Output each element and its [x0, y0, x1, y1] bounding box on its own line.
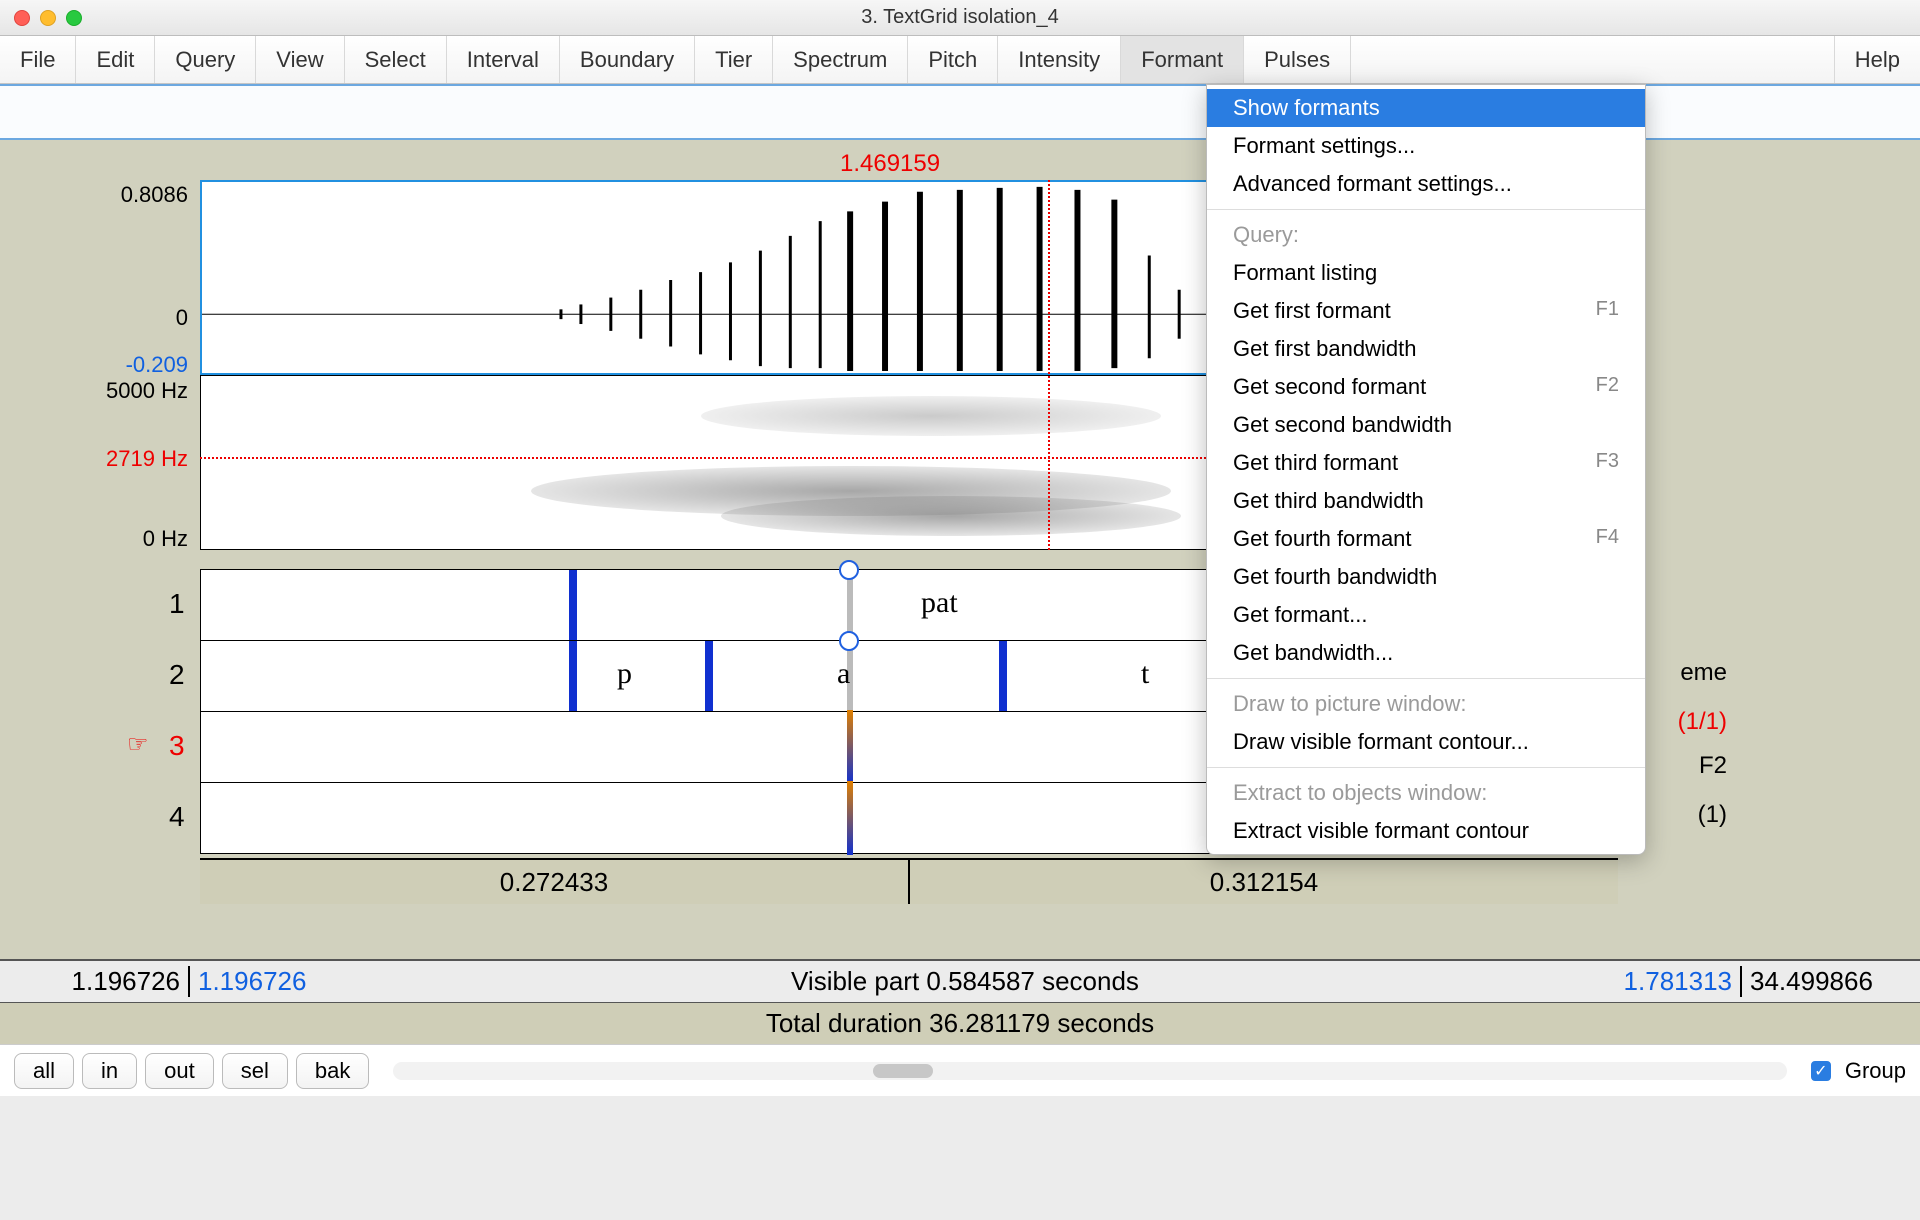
selection-left-dur[interactable]: 0.272433: [200, 860, 910, 904]
spec-min-label: 0 Hz: [0, 526, 188, 552]
menuitem-get-formant[interactable]: Get formant...: [1207, 596, 1645, 634]
menuitem-extract-visible-formant-contour[interactable]: Extract visible formant contour: [1207, 812, 1645, 850]
window-start-in[interactable]: 1.196726: [190, 966, 306, 997]
time-cursor[interactable]: [1048, 180, 1050, 550]
tier-number: 1: [169, 588, 185, 620]
cursor-time-label: 1.469159: [840, 150, 940, 178]
horizontal-scrollbar[interactable]: [393, 1062, 1787, 1080]
boundary[interactable]: [569, 641, 577, 711]
visible-part-label[interactable]: Visible part 0.584587 seconds: [306, 966, 1623, 997]
cursor-mark[interactable]: [847, 781, 853, 855]
menuitem-formant-listing[interactable]: Formant listing: [1207, 254, 1645, 292]
menuitem-get-third-formant[interactable]: Get third formantF3: [1207, 444, 1645, 482]
tier-number: 4: [169, 801, 185, 833]
menu-spectrum[interactable]: Spectrum: [773, 36, 908, 83]
boundary[interactable]: [999, 641, 1007, 711]
total-duration-label[interactable]: Total duration 36.281179 seconds: [766, 1008, 1154, 1039]
window-title: 3. TextGrid isolation_4: [0, 6, 1920, 29]
pointing-hand-icon: ☞: [127, 730, 149, 759]
interval-text: a: [837, 657, 850, 691]
footer: all in out sel bak ✓ Group: [0, 1044, 1920, 1096]
spec-max-label: 5000 Hz: [0, 378, 188, 404]
menuitem-get-first-bandwidth[interactable]: Get first bandwidth: [1207, 330, 1645, 368]
menuitem-get-fourth-bandwidth[interactable]: Get fourth bandwidth: [1207, 558, 1645, 596]
left-rulers: 0.8086 0 -0.209 5000 Hz 2719 Hz 0 Hz: [0, 140, 200, 959]
menuitem-formant-settings[interactable]: Formant settings...: [1207, 127, 1645, 165]
menuitem-get-first-formant[interactable]: Get first formantF1: [1207, 292, 1645, 330]
menuitem-header-draw: Draw to picture window:: [1207, 685, 1645, 723]
wave-max-label: 0.8086: [0, 182, 188, 208]
tier-right-label: (1): [1698, 801, 1727, 829]
menu-pulses[interactable]: Pulses: [1244, 36, 1351, 83]
tier-right-label: F2: [1699, 752, 1727, 780]
zoom-back-button[interactable]: bak: [296, 1053, 369, 1089]
zoom-in-button[interactable]: in: [82, 1053, 137, 1089]
menu-formant[interactable]: Formant: [1121, 36, 1244, 83]
canvas[interactable]: 1.469159: [200, 140, 1920, 959]
spec-cursor-label: 2719 Hz: [0, 446, 188, 472]
window-end-in[interactable]: 1.781313: [1624, 966, 1740, 997]
titlebar: 3. TextGrid isolation_4: [0, 0, 1920, 36]
menu-intensity[interactable]: Intensity: [998, 36, 1121, 83]
zoom-out-button[interactable]: out: [145, 1053, 214, 1089]
interval-text: pat: [921, 586, 958, 620]
menuitem-advanced-formant-settings[interactable]: Advanced formant settings...: [1207, 165, 1645, 203]
scrollbar-thumb[interactable]: [873, 1064, 933, 1078]
menuitem-get-fourth-formant[interactable]: Get fourth formantF4: [1207, 520, 1645, 558]
interval-text: t: [1141, 657, 1149, 691]
menuitem-header-extract: Extract to objects window:: [1207, 774, 1645, 812]
menuitem-get-second-formant[interactable]: Get second formantF2: [1207, 368, 1645, 406]
boundary[interactable]: [569, 570, 577, 640]
timebars: 1.196726 1.196726 Visible part 0.584587 …: [0, 960, 1920, 1044]
formant-menu-dropdown: Show formants Formant settings... Advanc…: [1206, 84, 1646, 855]
group-label: Group: [1845, 1058, 1906, 1084]
menu-view[interactable]: View: [256, 36, 344, 83]
zoom-sel-button[interactable]: sel: [222, 1053, 288, 1089]
menu-interval[interactable]: Interval: [447, 36, 560, 83]
tier-right-label: eme: [1680, 659, 1727, 687]
menuitem-draw-visible-formant-contour[interactable]: Draw visible formant contour...: [1207, 723, 1645, 761]
cursor-mark[interactable]: [847, 710, 853, 784]
menuitem-get-second-bandwidth[interactable]: Get second bandwidth: [1207, 406, 1645, 444]
tier-number: 2: [169, 659, 185, 691]
window-start-out[interactable]: 1.196726: [0, 966, 190, 997]
menu-help[interactable]: Help: [1834, 36, 1920, 83]
menu-file[interactable]: File: [0, 36, 76, 83]
wave-min-label: -0.209: [0, 352, 188, 378]
insertion-circle-icon[interactable]: [839, 631, 859, 651]
menuitem-get-bandwidth[interactable]: Get bandwidth...: [1207, 634, 1645, 672]
menu-select[interactable]: Select: [345, 36, 447, 83]
wave-zero-label: 0: [0, 305, 188, 331]
menu-pitch[interactable]: Pitch: [908, 36, 998, 83]
menu-boundary[interactable]: Boundary: [560, 36, 695, 83]
zoom-all-button[interactable]: all: [14, 1053, 74, 1089]
tier-fraction: (1/1): [1678, 708, 1727, 736]
menuitem-get-third-bandwidth[interactable]: Get third bandwidth: [1207, 482, 1645, 520]
tier-number: 3: [169, 730, 185, 762]
selection-right-dur[interactable]: 0.312154: [910, 860, 1618, 904]
boundary[interactable]: [705, 641, 713, 711]
menuitem-show-formants[interactable]: Show formants: [1207, 89, 1645, 127]
menubar: File Edit Query View Select Interval Bou…: [0, 36, 1920, 84]
interval-text: p: [617, 657, 632, 691]
menu-tier[interactable]: Tier: [695, 36, 773, 83]
menu-query[interactable]: Query: [155, 36, 256, 83]
insertion-circle-icon[interactable]: [839, 560, 859, 580]
menu-edit[interactable]: Edit: [76, 36, 155, 83]
window-end-out[interactable]: 34.499866: [1740, 966, 1920, 997]
group-checkbox[interactable]: ✓: [1811, 1061, 1831, 1081]
menuitem-header-query: Query:: [1207, 216, 1645, 254]
